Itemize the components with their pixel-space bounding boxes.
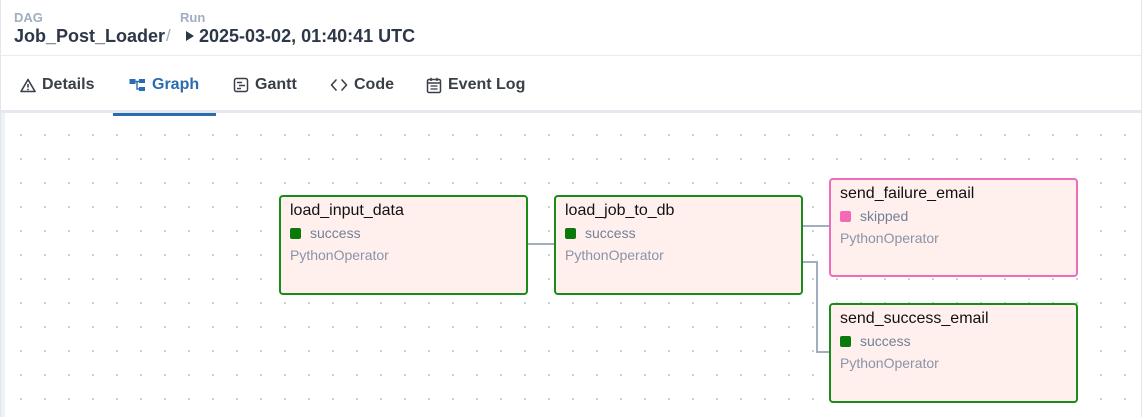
task-operator: PythonOperator: [840, 355, 939, 371]
tab-code-label: Code: [354, 76, 394, 93]
task-state: success: [310, 225, 361, 241]
tab-gantt[interactable]: Gantt: [226, 57, 304, 113]
gantt-icon: [233, 77, 249, 93]
success-status-icon: [840, 335, 851, 347]
success-status-icon: [290, 227, 301, 239]
tab-details-label: Details: [42, 76, 95, 93]
run-label: Run: [180, 10, 206, 25]
task-operator: PythonOperator: [290, 247, 389, 263]
skipped-status-icon: [840, 210, 851, 222]
task-node-load-input-data[interactable]: load_input_data success PythonOperator: [279, 195, 528, 295]
play-icon: [186, 31, 194, 41]
tab-gantt-label: Gantt: [255, 76, 297, 93]
dag-run-view: DAG Job_Post_Loader / Run 2025-03-02, 01…: [0, 0, 1142, 417]
tab-code[interactable]: Code: [323, 57, 401, 113]
task-id: send_success_email: [840, 310, 989, 327]
tab-event-log[interactable]: Event Log: [419, 57, 532, 113]
task-id: load_input_data: [290, 202, 404, 219]
breadcrumb-dag[interactable]: DAG Job_Post_Loader: [14, 10, 165, 47]
tab-bar: Details Graph Gantt Code Event Log: [1, 57, 1141, 116]
tab-event-log-label: Event Log: [448, 76, 526, 93]
task-id: send_failure_email: [840, 185, 975, 202]
breadcrumb-separator: /: [166, 26, 171, 45]
task-state: success: [585, 225, 636, 241]
code-icon: [330, 78, 348, 92]
breadcrumb-run[interactable]: Run 2025-03-02, 01:40:41 UTC: [180, 10, 415, 47]
dag-label: DAG: [14, 10, 43, 25]
task-state: success: [860, 333, 911, 349]
dag-name[interactable]: Job_Post_Loader: [14, 25, 165, 47]
task-node-send-success-email[interactable]: send_success_email success PythonOperato…: [829, 303, 1078, 403]
tab-graph-label: Graph: [152, 76, 200, 93]
task-operator: PythonOperator: [840, 230, 939, 246]
success-status-icon: [565, 227, 576, 239]
graph-icon: [129, 78, 146, 92]
task-node-send-failure-email[interactable]: send_failure_email skipped PythonOperato…: [829, 178, 1078, 277]
breadcrumb: DAG Job_Post_Loader / Run 2025-03-02, 01…: [1, 0, 1141, 56]
task-node-load-job-to-db[interactable]: load_job_to_db success PythonOperator: [554, 195, 803, 295]
event-log-icon: [426, 77, 442, 94]
run-value[interactable]: 2025-03-02, 01:40:41 UTC: [199, 25, 415, 47]
task-id: load_job_to_db: [565, 202, 675, 219]
task-operator: PythonOperator: [565, 247, 664, 263]
task-state: skipped: [860, 208, 909, 224]
canvas-left-border: [1, 113, 5, 417]
tab-graph[interactable]: Graph: [113, 57, 216, 116]
warning-triangle-icon: [20, 78, 36, 93]
tab-details[interactable]: Details: [13, 57, 101, 113]
